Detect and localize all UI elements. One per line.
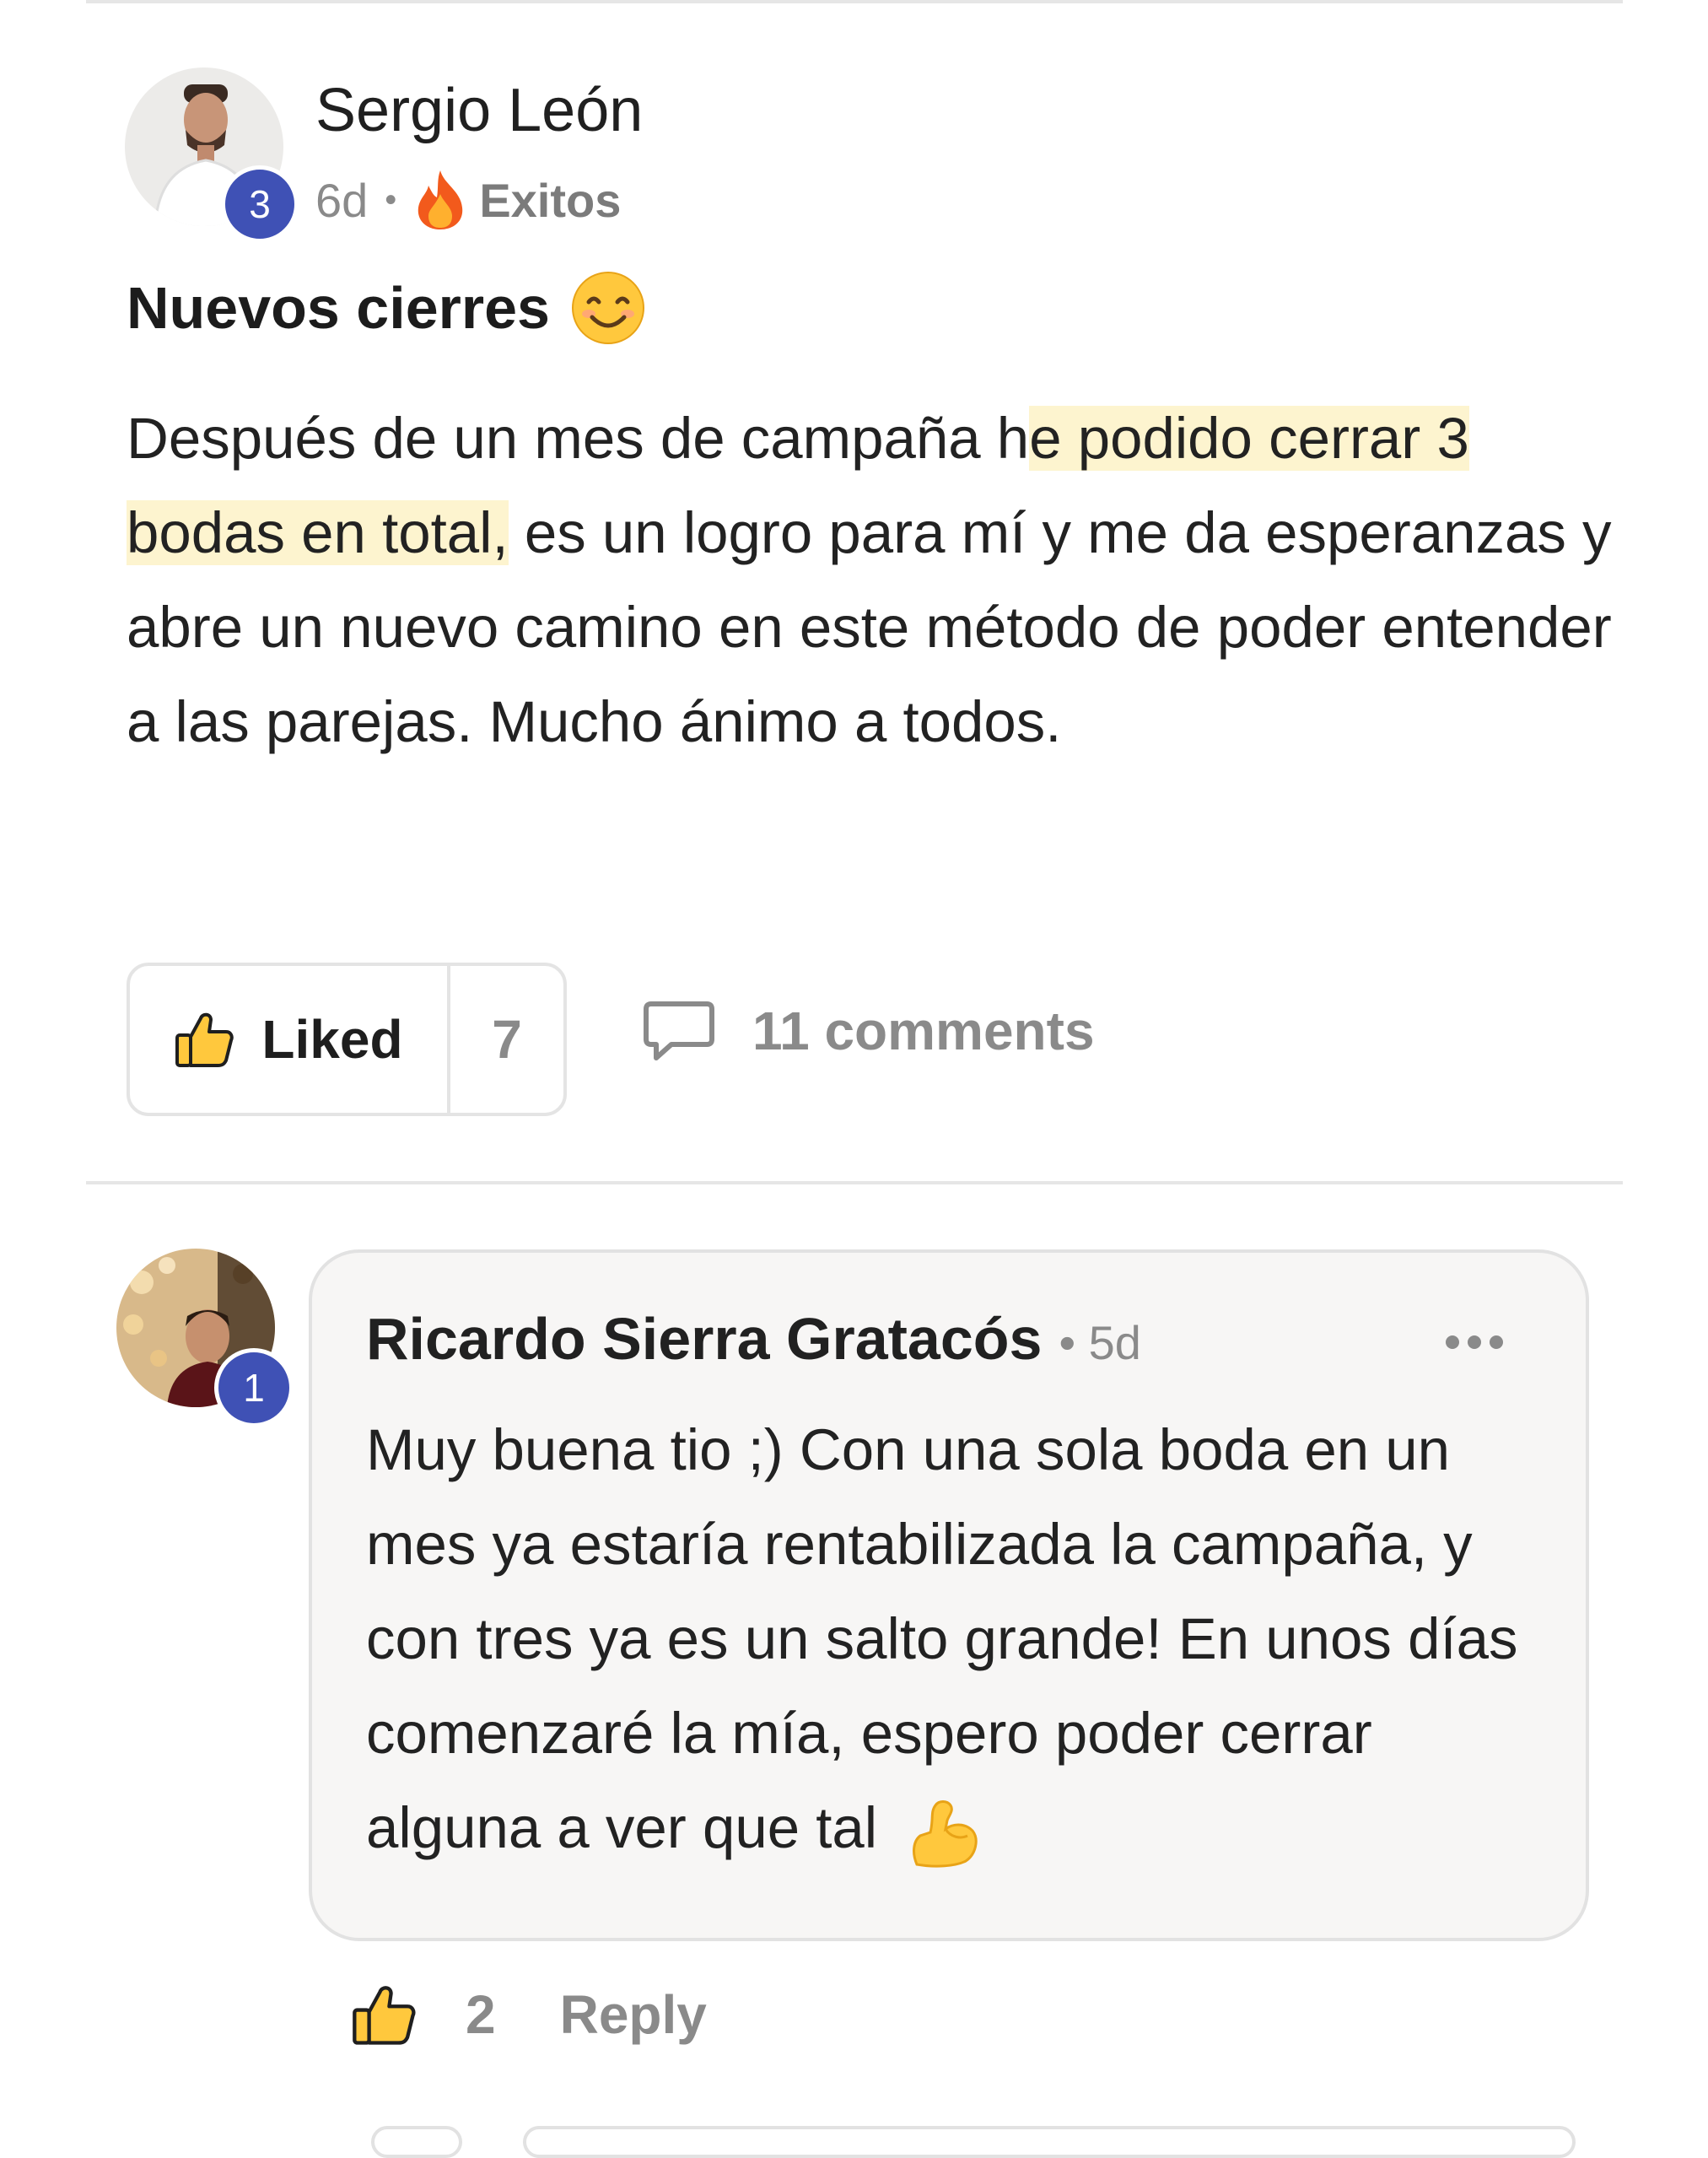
author-level-badge: 3 xyxy=(221,165,299,243)
like-button[interactable]: Liked xyxy=(130,966,450,1113)
post-category[interactable]: Exitos xyxy=(479,173,621,228)
post-body: Después de un mes de campaña he podido c… xyxy=(127,391,1628,769)
post-time: 6d xyxy=(315,173,369,227)
thumbs-up-icon xyxy=(174,1008,236,1071)
fire-icon xyxy=(413,169,467,231)
commenter-name[interactable]: Ricardo Sierra Gratacós xyxy=(366,1305,1042,1373)
comment-actions: 2 Reply xyxy=(351,1981,707,2048)
author-level-number: 3 xyxy=(249,182,271,226)
reply-button[interactable]: Reply xyxy=(560,1983,707,2046)
smiling-face-icon xyxy=(570,270,646,346)
more-options-icon[interactable] xyxy=(1446,1335,1503,1349)
post-title: Nuevos cierres xyxy=(127,270,646,346)
comment-like-count[interactable]: 2 xyxy=(466,1983,496,2046)
comments-link[interactable]: 11 comments xyxy=(643,1000,1095,1062)
flexed-biceps-icon xyxy=(905,1794,983,1871)
post-meta: 6d • Exitos xyxy=(315,169,621,231)
comment-body: Muy buena tio ;) Con una sola boda en un… xyxy=(366,1403,1547,1875)
comment-header: Ricardo Sierra Gratacós • 5d xyxy=(366,1305,1141,1373)
comment-time: • 5d xyxy=(1059,1316,1141,1369)
commenter-level-number: 1 xyxy=(243,1366,265,1410)
meta-separator: • xyxy=(385,181,397,218)
post-body-text-1: Después de un mes de campaña h xyxy=(127,406,1030,471)
section-divider xyxy=(86,1181,1623,1184)
comment-bubble-icon xyxy=(643,1001,715,1061)
top-divider xyxy=(86,0,1623,3)
like-group: Liked 7 xyxy=(127,963,567,1116)
thumbs-up-icon[interactable] xyxy=(351,1981,418,2048)
post-title-text: Nuevos cierres xyxy=(127,275,550,341)
reply-input-peek xyxy=(523,2126,1576,2158)
like-count[interactable]: 7 xyxy=(450,966,563,1113)
author-name[interactable]: Sergio León xyxy=(315,76,643,145)
comment-bubble: Ricardo Sierra Gratacós • 5d Muy buena t… xyxy=(309,1249,1589,1941)
next-comment-peek xyxy=(371,2126,462,2158)
commenter-level-badge: 1 xyxy=(214,1348,294,1427)
like-label: Liked xyxy=(261,1009,403,1070)
comments-label: 11 comments xyxy=(752,1001,1095,1061)
